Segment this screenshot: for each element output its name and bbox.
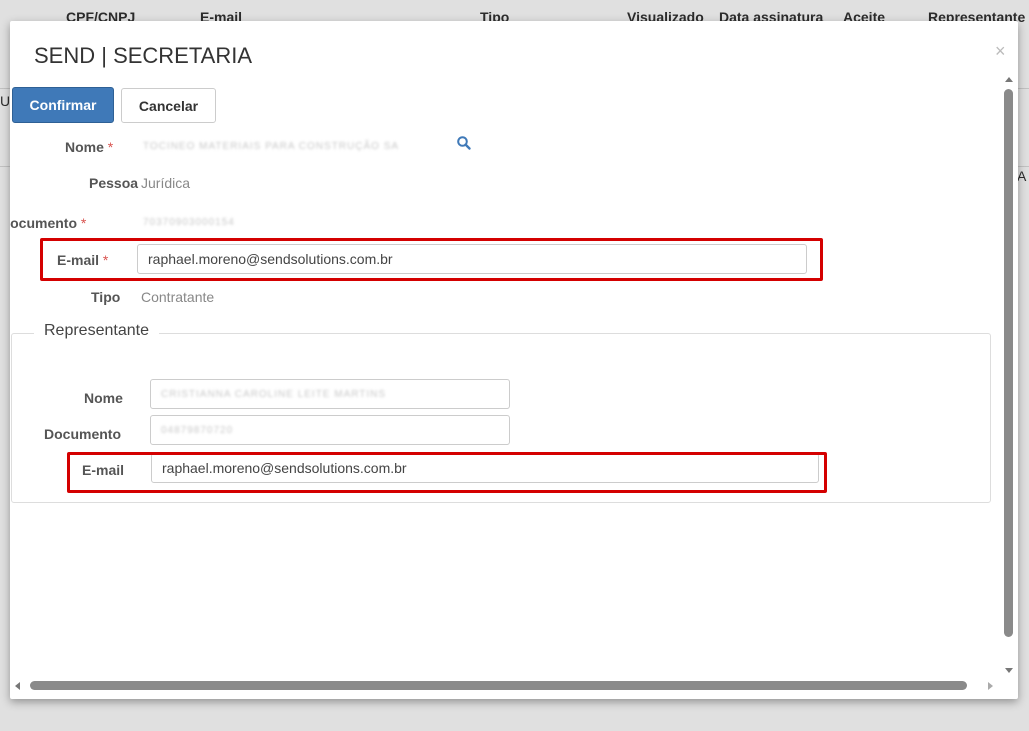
confirm-button[interactable]: Confirmar bbox=[12, 87, 114, 123]
representante-documento-input[interactable]: 04879870720 bbox=[150, 415, 510, 445]
vertical-scroll-thumb[interactable] bbox=[1004, 89, 1013, 637]
scroll-up-icon[interactable] bbox=[1005, 77, 1013, 82]
nome-value: TOCINEO MATERIAIS PARA CONSTRUÇÃO SA bbox=[143, 141, 400, 152]
required-mark: * bbox=[107, 139, 114, 155]
representante-nome-label: Nome bbox=[84, 390, 123, 406]
representante-email-input[interactable] bbox=[151, 453, 819, 483]
cancel-button[interactable]: Cancelar bbox=[121, 88, 216, 123]
email-label: E-mail * bbox=[57, 252, 109, 268]
representante-nome-value: CRISTIANNA CAROLINE LEITE MARTINS bbox=[161, 389, 387, 400]
pessoa-value: Jurídica bbox=[141, 175, 191, 191]
close-icon[interactable]: × bbox=[995, 41, 1006, 62]
search-icon[interactable] bbox=[456, 135, 472, 151]
required-mark: * bbox=[102, 252, 109, 268]
documento-label: Documento * bbox=[10, 215, 87, 231]
representante-nome-input[interactable]: CRISTIANNA CAROLINE LEITE MARTINS bbox=[150, 379, 510, 409]
representante-documento-value: 04879870720 bbox=[161, 425, 234, 436]
required-mark: * bbox=[80, 215, 87, 231]
representante-legend: Representante bbox=[34, 322, 159, 340]
scroll-right-icon[interactable] bbox=[988, 682, 993, 690]
documento-value: 70370903000154 bbox=[143, 217, 235, 228]
representante-email-label: E-mail bbox=[82, 462, 125, 478]
modal-dialog: SEND | SECRETARIA × Confirmar Cancelar N… bbox=[10, 21, 1018, 699]
representante-documento-label: Documento bbox=[44, 426, 121, 442]
email-input[interactable] bbox=[137, 244, 807, 274]
scroll-down-icon[interactable] bbox=[1005, 668, 1013, 673]
nome-label: Nome * bbox=[65, 139, 114, 155]
scroll-left-icon[interactable] bbox=[15, 682, 20, 690]
vertical-scrollbar[interactable] bbox=[1002, 71, 1016, 683]
pessoa-label: Pessoa bbox=[89, 175, 139, 191]
horizontal-scroll-thumb[interactable] bbox=[30, 681, 967, 690]
tipo-label: Tipo bbox=[91, 289, 121, 305]
modal-title: SEND | SECRETARIA bbox=[34, 43, 253, 68]
tipo-value: Contratante bbox=[141, 289, 215, 305]
page: CPF/CNPJ E-mail Tipo Visualizado Data as… bbox=[0, 0, 1029, 731]
horizontal-scrollbar[interactable] bbox=[10, 679, 1002, 693]
